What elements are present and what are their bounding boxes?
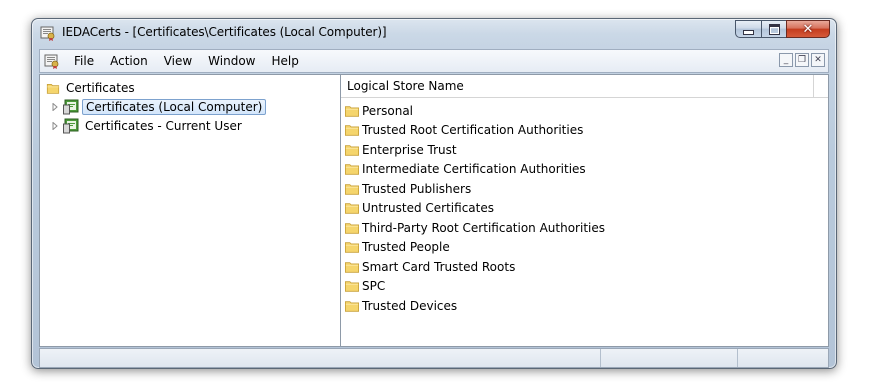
list-item[interactable]: Intermediate Certification Authorities [345,160,605,180]
status-bar [39,348,829,368]
list-item[interactable]: Enterprise Trust [345,140,605,160]
certificate-store-icon [63,99,79,115]
child-window-buttons: _ ❐ ✕ [779,53,825,67]
tree-expander-icon[interactable] [51,103,59,111]
list-item-label: SPC [362,279,386,294]
list-item[interactable]: Trusted Root Certification Authorities [345,121,605,141]
window-title: IEDACerts - [Certificates\Certificates (… [62,25,387,39]
folder-icon [345,105,359,117]
tree-item-root[interactable]: Certificates [46,79,138,97]
folder-icon [345,144,359,156]
tree-pane[interactable]: Certificates Certificates (Local Compute… [40,75,341,346]
list-item[interactable]: Trusted Devices [345,296,605,316]
menu-action[interactable]: Action [102,53,156,69]
list-item[interactable]: Untrusted Certificates [345,199,605,219]
child-close-button[interactable]: ✕ [811,53,825,67]
tree-item-local-computer[interactable]: Certificates (Local Computer) [51,98,267,116]
console-content: Certificates Certificates (Local Compute… [39,74,829,347]
folder-icon [345,300,359,312]
tree-expander-icon[interactable] [51,122,59,130]
list-item-label: Third-Party Root Certification Authoriti… [362,220,605,235]
certificate-app-icon[interactable] [44,53,60,69]
list-item-label: Personal [362,103,414,118]
list-item[interactable]: Personal [345,101,605,121]
main-window: IEDACerts - [Certificates\Certificates (… [31,18,837,369]
menu-view[interactable]: View [156,53,200,69]
store-list: Personal Trusted Root Certification Autho… [345,101,605,316]
title-bar[interactable]: IEDACerts - [Certificates\Certificates (… [32,19,836,47]
list-item-label: Trusted Publishers [362,181,472,196]
list-item-label: Untrusted Certificates [362,201,494,216]
folder-icon [345,203,359,214]
minimize-button[interactable] [735,20,761,38]
folder-icon [345,261,359,273]
child-minimize-button[interactable]: _ [779,53,793,67]
maximize-icon [768,23,780,35]
tree-item-current-user[interactable]: Certificates - Current User [51,117,245,135]
folder-icon [345,183,359,195]
list-item[interactable]: Third-Party Root Certification Authoriti… [345,218,605,238]
menu-help[interactable]: Help [264,53,307,69]
close-button[interactable]: ✕ [786,20,830,38]
folder-icon [345,281,359,292]
folder-icon [345,242,359,253]
list-item-label: Smart Card Trusted Roots [362,259,516,274]
menu-file[interactable]: File [66,53,102,69]
certificate-store-icon [63,118,79,134]
certificate-app-icon [40,26,55,41]
list-item-label: Trusted People [362,240,450,255]
minimize-icon [743,29,754,35]
close-icon: ✕ [802,21,814,37]
list-item-label: Intermediate Certification Authorities [362,162,586,177]
caption-buttons: ✕ [735,20,830,39]
folder-icon [345,125,359,136]
list-item[interactable]: SPC [345,277,605,297]
column-header-logical-store-name[interactable]: Logical Store Name [341,75,814,97]
folder-icon [345,222,359,234]
maximize-button[interactable] [761,20,786,38]
list-pane[interactable]: Logical Store Name Personal Trusted Root … [341,75,828,346]
folder-icon [345,164,359,175]
folder-icon [46,83,60,94]
menu-bar: File Action View Window Help _ ❐ ✕ [39,49,829,73]
list-item-label: Enterprise Trust [362,142,457,157]
tree-item-label: Certificates - Current User [85,119,242,133]
list-item[interactable]: Smart Card Trusted Roots [345,257,605,277]
list-header: Logical Store Name [341,75,828,98]
tree-item-label: Certificates [66,81,135,95]
list-item[interactable]: Trusted Publishers [345,179,605,199]
list-item[interactable]: Trusted People [345,238,605,258]
menu-window[interactable]: Window [200,53,263,69]
status-segment [737,349,738,367]
list-item-label: Trusted Root Certification Authorities [362,123,584,138]
list-item-label: Trusted Devices [362,298,458,313]
tree-item-label: Certificates (Local Computer) [82,99,267,115]
status-segment [600,349,601,367]
child-restore-button[interactable]: ❐ [795,53,809,67]
